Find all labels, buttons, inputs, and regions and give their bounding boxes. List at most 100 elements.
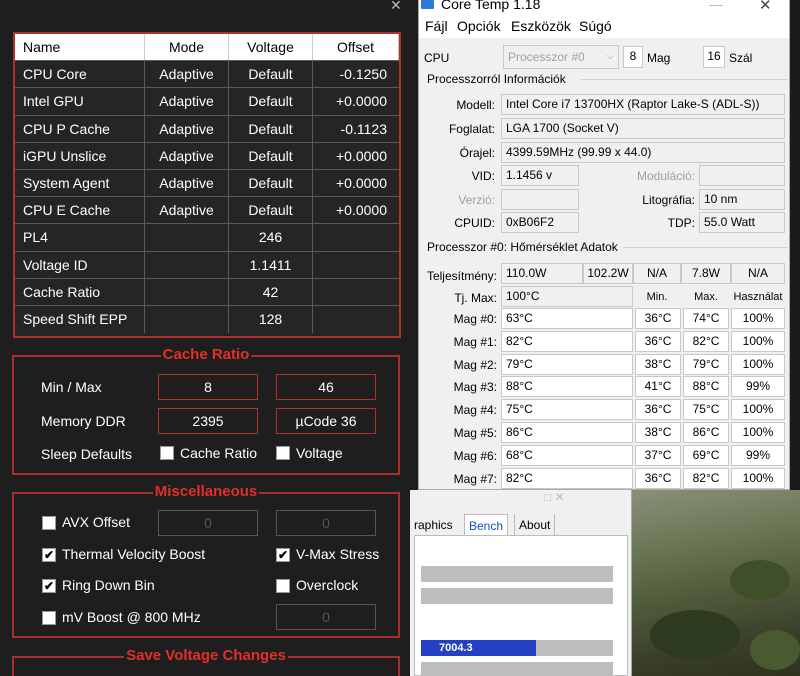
thermal-velocity-boost-label[interactable]: Thermal Velocity Boost — [62, 546, 205, 562]
table-row[interactable]: Cache Ratio 42 — [15, 278, 399, 306]
close-icon[interactable]: ✕ — [390, 0, 410, 12]
tab-about[interactable]: About — [514, 514, 556, 536]
table-row[interactable]: Voltage ID 1.1411 — [15, 251, 399, 279]
cell-mode: Adaptive — [145, 115, 229, 142]
ring-down-bin-label[interactable]: Ring Down Bin — [62, 577, 155, 593]
core-min: 36°C — [635, 467, 681, 489]
ring-down-bin-checkbox[interactable]: ✔ — [42, 579, 56, 593]
cores-count: 8 — [623, 46, 643, 68]
core-max: 69°C — [683, 444, 729, 466]
core-min: 36°C — [635, 399, 681, 421]
memory-ddr-field[interactable]: 2395 — [158, 408, 258, 434]
cpu-select[interactable]: Processzor #0 ⌵ — [503, 45, 619, 69]
cell-offset: -0.1250 — [339, 66, 387, 83]
core-temp: 79°C — [501, 353, 633, 375]
core-min: 41°C — [635, 376, 681, 398]
menu-file[interactable]: Fájl — [425, 18, 448, 34]
max-ratio-field[interactable]: 46 — [276, 374, 376, 400]
version-label: Verzió: — [458, 193, 495, 207]
threads-label: Szál — [729, 51, 753, 65]
core-temp-window: Core Temp 1.18 — ✕ Fájl Opciók Eszközök … — [418, 0, 790, 490]
voltage-checkbox-label[interactable]: Voltage — [296, 445, 343, 461]
core-label: Mag #2: — [453, 357, 497, 372]
cache-ratio-checkbox-label[interactable]: Cache Ratio — [180, 445, 257, 461]
table-row[interactable]: PL4 246 — [15, 224, 399, 252]
info-section-title: Processzorról Információk — [427, 72, 566, 86]
cell-voltage: Default — [229, 197, 313, 224]
cell-mode: Adaptive — [145, 61, 229, 88]
avx-offset-field-2[interactable]: 0 — [276, 510, 376, 536]
table-row[interactable]: System Agent Adaptive Default +0.0000 — [15, 169, 399, 198]
miscellaneous-group: Miscellaneous AVX Offset 0 0 ✔ Thermal V… — [12, 483, 400, 638]
avx-offset-label[interactable]: AVX Offset — [62, 514, 130, 530]
cell-mode — [145, 251, 229, 278]
voltage-table: Name Mode Voltage Offset CPU Core Adaptiv… — [13, 32, 401, 338]
vmax-stress-checkbox[interactable]: ✔ — [276, 548, 290, 562]
core-temp: 86°C — [501, 422, 633, 443]
vid-value: 1.1456 v — [501, 165, 579, 186]
socket-value: LGA 1700 (Socket V) — [501, 118, 785, 139]
core-max: 82°C — [683, 330, 729, 352]
min-ratio-field[interactable]: 8 — [158, 374, 258, 400]
table-row[interactable]: Speed Shift EPP 128 — [15, 305, 399, 334]
minimize-icon[interactable]: — — [709, 0, 723, 12]
col-voltage-header: Voltage — [229, 34, 313, 61]
core-max: 82°C — [683, 467, 729, 489]
cell-name: CPU P Cache — [15, 115, 145, 142]
tdp-label: TDP: — [667, 216, 695, 230]
avx-offset-checkbox[interactable] — [42, 516, 56, 530]
core-max: 75°C — [683, 399, 729, 421]
cell-voltage: Default — [229, 88, 313, 115]
core-temp: 68°C — [501, 444, 633, 466]
core-max: 74°C — [683, 308, 729, 329]
bench-bar-1 — [421, 566, 613, 582]
cell-name: Speed Shift EPP — [15, 305, 145, 334]
desktop-wallpaper — [630, 490, 800, 676]
cache-ratio-checkbox[interactable] — [160, 446, 174, 460]
cell-name: Cache Ratio — [15, 278, 145, 305]
core-min: 38°C — [635, 422, 681, 443]
core-load: 100% — [731, 399, 785, 421]
avx-offset-field-1[interactable]: 0 — [158, 510, 258, 536]
table-row[interactable]: iGPU Unslice Adaptive Default +0.0000 — [15, 142, 399, 170]
overclock-label[interactable]: Overclock — [296, 577, 358, 593]
thermal-velocity-boost-checkbox[interactable]: ✔ — [42, 548, 56, 562]
tab-bench[interactable]: Bench — [464, 514, 509, 536]
table-row[interactable]: Intel GPU Adaptive Default +0.0000 — [15, 88, 399, 116]
tjmax-value: 100°C — [501, 286, 633, 307]
clock-label: Órajel: — [459, 146, 495, 160]
col-min-header: Min. — [646, 291, 668, 303]
menu-tools[interactable]: Eszközök — [511, 18, 571, 34]
table-row[interactable]: CPU E Cache Adaptive Default +0.0000 — [15, 197, 399, 225]
ucode-field[interactable]: µCode 36 — [276, 408, 376, 434]
cell-mode: Adaptive — [145, 88, 229, 115]
bench-bar-2 — [421, 588, 613, 604]
mv-boost-label[interactable]: mV Boost @ 800 MHz — [62, 609, 201, 625]
tab-graphics[interactable]: raphics — [410, 514, 457, 536]
cpu-select-value: Processzor #0 — [508, 50, 585, 64]
table-row[interactable]: CPU Core Adaptive Default -0.1250 — [15, 61, 399, 89]
overclock-checkbox[interactable] — [276, 579, 290, 593]
core-temp: 75°C — [501, 399, 633, 421]
mv-boost-checkbox[interactable] — [42, 611, 56, 625]
cell-voltage: 246 — [229, 224, 313, 251]
table-row[interactable]: CPU P Cache Adaptive Default -0.1123 — [15, 115, 399, 143]
power-value-package: 110.0W — [501, 263, 583, 284]
window-title: Core Temp 1.18 — [441, 0, 541, 12]
core-load: 100% — [731, 422, 785, 443]
menu-bar: Fájl Opciók Eszközök Súgó — [419, 12, 789, 38]
cpuid-value: 0xB06F2 — [501, 212, 579, 233]
menu-options[interactable]: Opciók — [457, 18, 501, 34]
col-offset-header: Offset — [313, 34, 399, 61]
menu-help[interactable]: Súgó — [579, 18, 612, 34]
cell-name: System Agent — [15, 169, 145, 197]
col-name-header: Name — [15, 34, 145, 61]
mv-boost-field[interactable]: 0 — [276, 604, 376, 630]
cell-offset: -0.1123 — [340, 120, 387, 137]
litography-label: Litográfia: — [642, 193, 695, 207]
core-min: 36°C — [635, 330, 681, 352]
vmax-stress-label[interactable]: V-Max Stress — [296, 546, 379, 562]
cell-mode — [145, 305, 229, 334]
table-header: Name Mode Voltage Offset — [15, 34, 399, 62]
voltage-checkbox[interactable] — [276, 446, 290, 460]
